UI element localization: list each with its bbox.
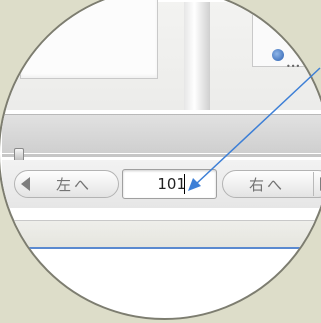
stage: ••• 左へ 右へ	[0, 0, 321, 323]
pointer-line	[195, 67, 321, 185]
pointer-arrowhead	[188, 178, 201, 191]
callout-pointer	[188, 67, 321, 191]
